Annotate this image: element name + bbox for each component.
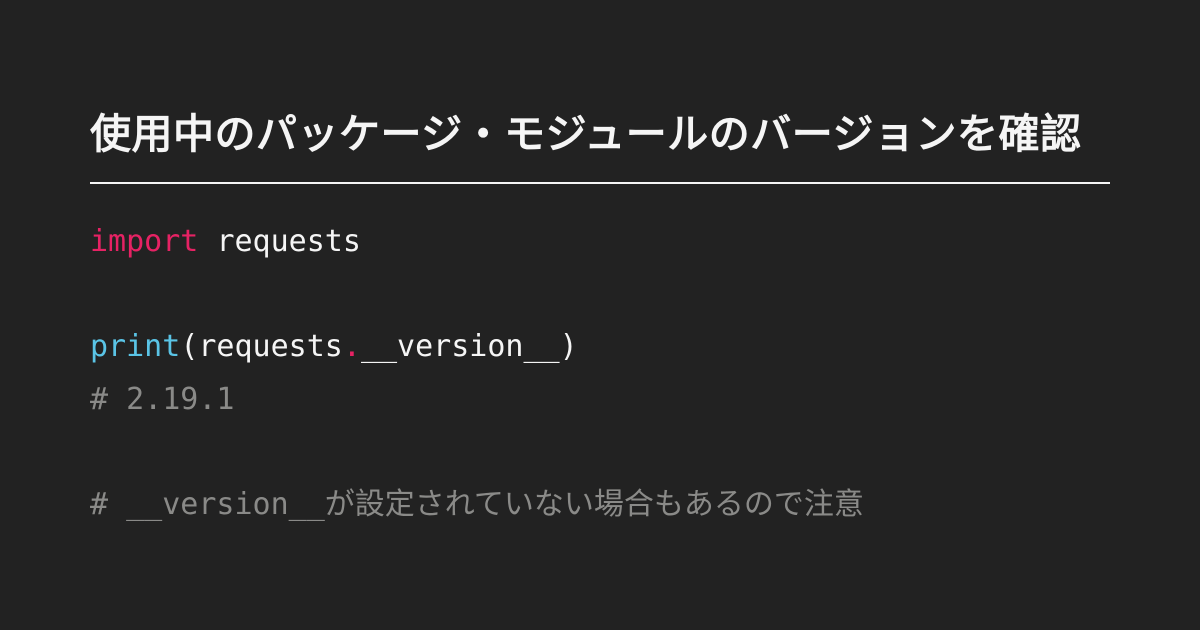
keyword-import: import xyxy=(90,224,198,259)
code-line-blank-1 xyxy=(90,269,1110,322)
code-block: import requests print(requests.__version… xyxy=(90,216,1110,531)
module-name xyxy=(198,224,216,259)
dot-accessor: . xyxy=(343,329,361,364)
code-line-3: print(requests.__version__) xyxy=(90,321,1110,374)
module-requests: requests xyxy=(216,224,361,259)
attr-version: __version__ xyxy=(361,329,560,364)
obj-requests: requests xyxy=(198,329,343,364)
code-line-6: # __version__が設定されていない場合もあるので注意 xyxy=(90,479,1110,532)
comment-output: # 2.19.1 xyxy=(90,382,235,417)
code-line-4: # 2.19.1 xyxy=(90,374,1110,427)
comment-note: # __version__が設定されていない場合もあるので注意 xyxy=(90,487,864,522)
code-line-blank-2 xyxy=(90,426,1110,479)
func-print: print xyxy=(90,329,180,364)
page-title: 使用中のパッケージ・モジュールのバージョンを確認 xyxy=(90,100,1110,184)
code-line-1: import requests xyxy=(90,216,1110,269)
paren-close: ) xyxy=(560,329,578,364)
paren-open: ( xyxy=(180,329,198,364)
